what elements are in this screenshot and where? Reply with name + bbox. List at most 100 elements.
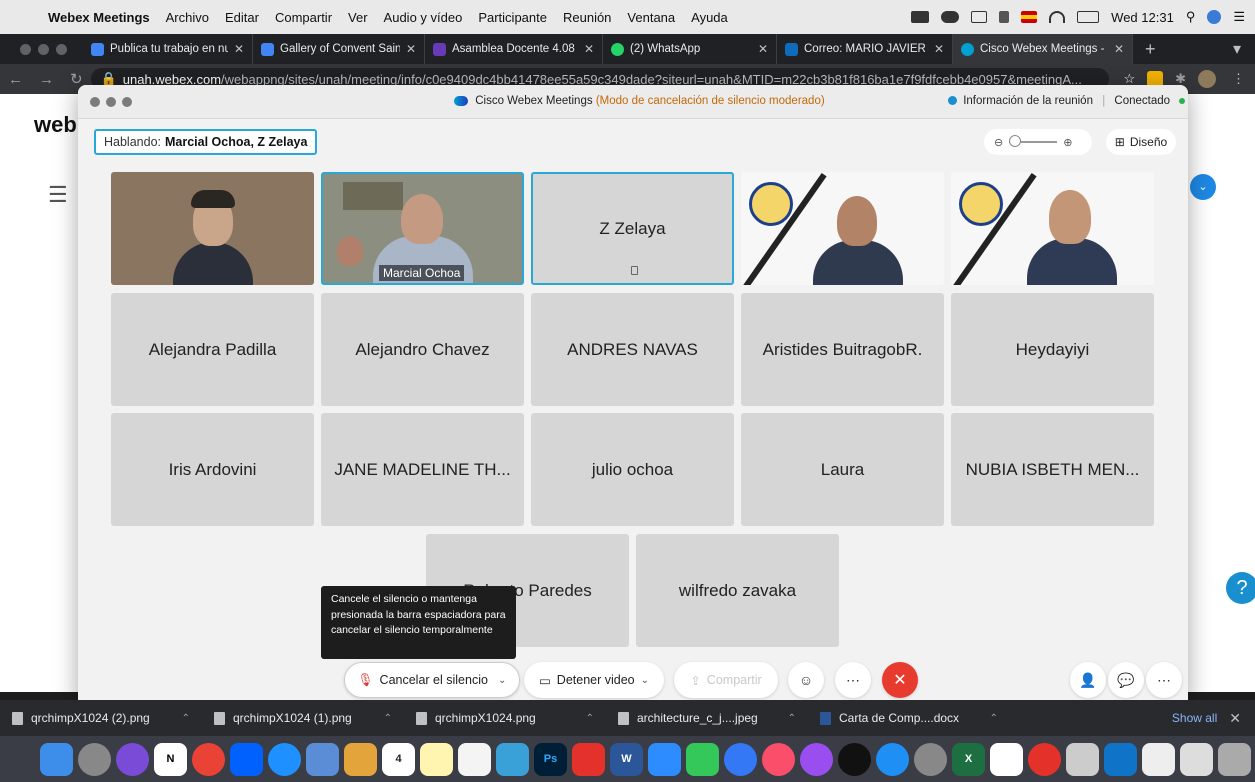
show-all-downloads-button[interactable]: Show all <box>1160 711 1229 725</box>
chevron-up-icon[interactable]: ⌃ <box>990 713 998 724</box>
chat-button[interactable]: 💬 <box>1108 662 1144 698</box>
siri-app-icon[interactable] <box>116 742 149 776</box>
share-button[interactable]: ⇪ Compartir <box>674 662 778 698</box>
participant-tile[interactable]: Alejandro Chavez <box>321 293 524 406</box>
apple-tv-icon[interactable] <box>838 742 871 776</box>
spotlight-icon[interactable]: ⚲ <box>1186 9 1196 25</box>
safari-icon[interactable] <box>268 742 301 776</box>
tab-close-icon[interactable]: ✕ <box>934 42 944 56</box>
participant-tile[interactable]: wilfredo zavaka <box>636 534 839 647</box>
reminders-icon[interactable] <box>458 742 491 776</box>
new-tab-button[interactable]: + <box>1133 39 1168 60</box>
tab-close-icon[interactable]: ✕ <box>234 42 244 56</box>
qr-code-icon[interactable] <box>1142 742 1175 776</box>
maximize-window-button[interactable] <box>122 97 132 107</box>
help-button[interactable]: ? <box>1226 572 1255 604</box>
hamburger-menu-icon[interactable]: ☰ <box>48 182 68 208</box>
downloads-stack-icon[interactable] <box>1180 742 1213 776</box>
webex-app-icon[interactable] <box>1104 742 1137 776</box>
preview-icon[interactable] <box>306 742 339 776</box>
menu-compartir[interactable]: Compartir <box>267 10 340 25</box>
more-options-button[interactable]: ⋯ <box>835 662 871 698</box>
photoshop-icon[interactable]: Ps <box>534 742 567 776</box>
browser-tab[interactable]: (2) WhatsApp ✕ <box>603 34 777 64</box>
menu-participante[interactable]: Participante <box>470 10 555 25</box>
acrobat-icon[interactable] <box>1028 742 1061 776</box>
layout-button[interactable]: ⊞ Diseño <box>1106 129 1176 155</box>
notion-icon[interactable]: N <box>154 742 187 776</box>
font-book-icon[interactable] <box>990 742 1023 776</box>
zoom-icon[interactable] <box>648 742 681 776</box>
participant-video-tile[interactable] <box>111 172 314 285</box>
participant-video-tile[interactable] <box>741 172 944 285</box>
chevron-up-icon[interactable]: ⌃ <box>788 713 796 724</box>
zoom-in-icon[interactable]: ⊕ <box>1063 136 1072 149</box>
participants-button[interactable]: 👤 <box>1070 662 1106 698</box>
menu-archivo[interactable]: Archivo <box>158 10 217 25</box>
participant-tile[interactable]: Heydayiyi <box>951 293 1154 406</box>
download-item[interactable]: architecture_c_j....jpeg ⌃ <box>606 711 808 725</box>
app-store-icon[interactable] <box>876 742 909 776</box>
reactions-button[interactable]: ☺ <box>788 662 824 698</box>
chevron-up-icon[interactable]: ⌃ <box>586 713 594 724</box>
tab-search-icon[interactable]: ▾ <box>1233 39 1255 59</box>
meeting-info-link[interactable]: Información de la reunión <box>963 95 1093 107</box>
unmute-button[interactable]: 🎙 Cancelar el silencio ⌄ <box>344 662 520 698</box>
minimize-window-button[interactable] <box>38 43 49 55</box>
close-window-button[interactable] <box>90 97 100 107</box>
photos-icon[interactable] <box>496 742 529 776</box>
participant-tile[interactable]: ANDRES NAVAS <box>531 293 734 406</box>
trash-icon[interactable] <box>1218 742 1251 776</box>
close-window-button[interactable] <box>20 43 31 55</box>
music-icon[interactable] <box>762 742 795 776</box>
participant-tile[interactable]: julio ochoa <box>531 413 734 526</box>
clock[interactable]: Wed 12:31 <box>1111 10 1174 25</box>
zoom-knob[interactable] <box>1009 135 1022 147</box>
zoom-slider[interactable]: ⊖ ⊕ <box>984 129 1092 155</box>
podcasts-icon[interactable] <box>800 742 833 776</box>
word-icon[interactable]: W <box>610 742 643 776</box>
chevron-up-icon[interactable]: ⌃ <box>384 713 392 724</box>
calendar-icon[interactable]: 4 <box>382 742 415 776</box>
display-icon[interactable] <box>971 11 988 23</box>
browser-tab-active[interactable]: Cisco Webex Meetings - ✕ <box>953 34 1133 64</box>
stop-video-button[interactable]: ▭ Detener video ⌄ <box>524 662 664 698</box>
tab-close-icon[interactable]: ✕ <box>758 42 768 56</box>
excel-icon[interactable]: X <box>952 742 985 776</box>
forward-icon[interactable]: → <box>31 71 62 88</box>
tab-close-icon[interactable]: ✕ <box>406 42 416 56</box>
siri-icon[interactable] <box>1207 10 1222 24</box>
image-capture-icon[interactable] <box>1066 742 1099 776</box>
browser-tab[interactable]: Gallery of Convent Saint ✕ <box>253 34 425 64</box>
menu-ayuda[interactable]: Ayuda <box>683 10 736 25</box>
facetime-icon[interactable] <box>686 742 719 776</box>
launchpad-icon[interactable] <box>78 742 111 776</box>
tab-close-icon[interactable]: ✕ <box>1114 42 1124 56</box>
download-item[interactable]: Carta de Comp....docx ⌃ <box>808 711 1010 725</box>
participant-tile[interactable]: Laura <box>741 413 944 526</box>
menu-app-name[interactable]: Webex Meetings <box>40 10 158 25</box>
menu-ver[interactable]: Ver <box>340 10 376 25</box>
participant-tile[interactable]: NUBIA ISBETH MEN... <box>951 413 1154 526</box>
participant-video-tile[interactable] <box>951 172 1154 285</box>
menu-audio-video[interactable]: Audio y vídeo <box>376 10 471 25</box>
zoom-track[interactable] <box>1009 135 1058 147</box>
stickies-icon[interactable] <box>420 742 453 776</box>
chevron-down-icon[interactable]: ⌄ <box>498 675 506 686</box>
end-call-button[interactable]: ✕ <box>882 662 918 698</box>
speakerdeck-icon[interactable] <box>572 742 605 776</box>
tab-close-icon[interactable]: ✕ <box>584 42 594 56</box>
profile-avatar[interactable] <box>1198 70 1216 88</box>
browser-tab[interactable]: Asamblea Docente 4.08 ✕ <box>425 34 603 64</box>
menu-editar[interactable]: Editar <box>217 10 267 25</box>
participant-tile[interactable]: Iris Ardovini <box>111 413 314 526</box>
chevron-up-icon[interactable]: ⌃ <box>182 713 190 724</box>
control-center-icon[interactable]: ☰ <box>1233 9 1245 25</box>
participant-tile[interactable]: JANE MADELINE TH... <box>321 413 524 526</box>
dropbox-icon[interactable] <box>911 11 930 23</box>
chevron-down-icon[interactable]: ⌄ <box>641 675 649 686</box>
download-item[interactable]: qrchimpX1024.png ⌃ <box>404 711 606 725</box>
participant-video-tile-active[interactable]: Marcial Ochoa <box>321 172 524 285</box>
minimize-window-button[interactable] <box>106 97 116 107</box>
menu-reunion[interactable]: Reunión <box>555 10 619 25</box>
